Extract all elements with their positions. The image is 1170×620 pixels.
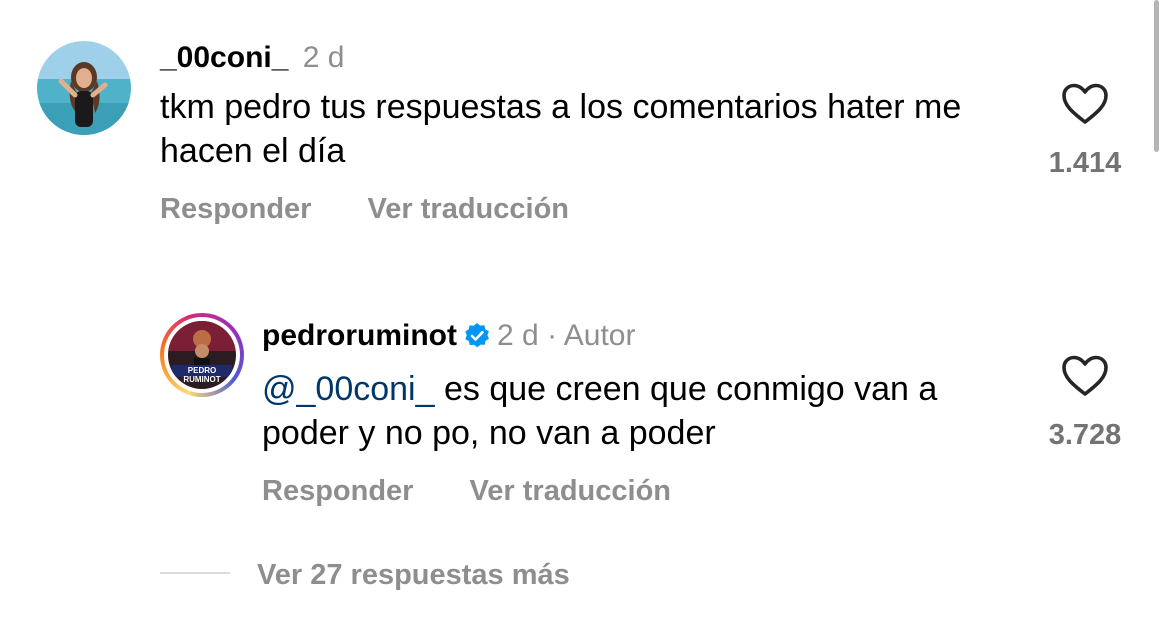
reply-button[interactable]: Responder [160, 193, 311, 225]
translate-button[interactable]: Ver traducción [368, 193, 569, 225]
comment-text: tkm pedro tus respuestas a los comentari… [160, 88, 962, 170]
comment-username[interactable]: _00coni_ [160, 41, 288, 74]
heart-icon[interactable] [1060, 354, 1110, 398]
like-count: 3.728 [1048, 419, 1122, 451]
like-count: 1.414 [1048, 147, 1122, 179]
reply-username[interactable]: pedroruminot [262, 319, 457, 352]
avatar-photo [37, 41, 131, 135]
scrollbar[interactable] [1154, 0, 1159, 152]
separator: · [547, 319, 558, 352]
reply-text-block: @_00coni_ es que creen que conmigo van a… [262, 367, 1022, 455]
divider-line [160, 572, 230, 574]
heart-icon[interactable] [1060, 82, 1110, 126]
author-badge: Autor [563, 319, 636, 352]
avatar-logo-text: PEDRO RUMINOT [183, 366, 221, 384]
reply-time: 2 d [497, 319, 539, 352]
avatar[interactable]: PEDRO RUMINOT [160, 313, 244, 397]
reply-button[interactable]: Responder [262, 475, 413, 507]
view-more-replies-button[interactable]: Ver 27 respuestas más [257, 558, 570, 592]
verified-badge-icon [465, 323, 489, 348]
avatar[interactable] [37, 41, 131, 135]
translate-button[interactable]: Ver traducción [470, 475, 671, 507]
mention-link[interactable]: @_00coni_ [262, 370, 435, 408]
comment-time: 2 d [302, 41, 345, 74]
